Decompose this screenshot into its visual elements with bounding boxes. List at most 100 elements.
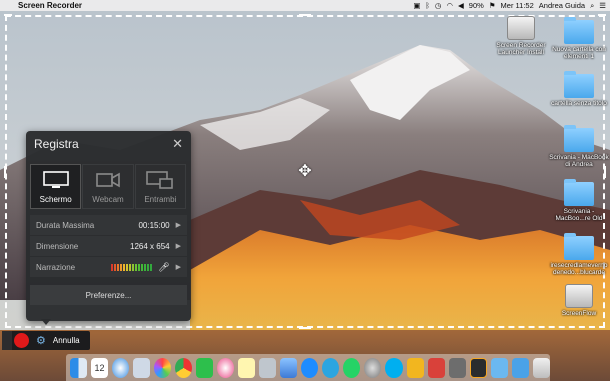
downloads-dock-icon[interactable] [511,357,529,378]
desktop-item-label: Nuova cartella con elementi 1 [552,46,606,60]
source-label: Schermo [39,195,72,204]
source-selector: Schermo Webcam Entrambi [30,164,187,209]
whatsapp-dock-icon[interactable] [343,357,361,378]
notification-center-icon[interactable]: ☰ [599,1,606,10]
resize-handle-top-right[interactable] [598,14,606,16]
folder-dock-icon[interactable] [490,357,508,378]
desktop-item-label: ScreenFlow [561,310,597,317]
max-duration-value: 00:15:00 [138,220,170,230]
skype-dock-icon[interactable] [385,357,403,378]
desktop-item[interactable]: iresecredlameverno denedo...blucarde [548,233,610,276]
microphone-icon: 🎤︎ [158,261,170,272]
app-menu[interactable]: Screen Recorder [18,1,82,10]
preferences-button[interactable]: Preferenze... [30,285,187,305]
dimension-label: Dimensione [36,241,79,251]
volume-icon[interactable]: ◀ [458,1,464,10]
clock[interactable]: Mer 11:52 [501,1,534,10]
audio-level-meter [111,263,153,271]
desktop-item-label: Scrivania - MacBoo...re Old [555,208,603,222]
recording-toolbar: ⚙ Annulla [2,331,90,350]
battery-percent[interactable]: 90% [469,1,484,10]
folder-icon [564,233,594,260]
chevron-right-icon: ▶ [175,243,181,250]
narration-row[interactable]: Narrazione 🎤︎ ▶ [30,257,187,277]
desktop-item-label: Screen Recorder Launcher Install [496,42,546,56]
system-preferences-dock-icon[interactable] [364,357,382,378]
facetime-dock-icon[interactable] [196,357,214,378]
camera-icon [96,172,120,188]
wifi-icon[interactable]: ◠ [446,1,453,10]
dimension-row[interactable]: Dimensione 1264 x 654 ▶ [30,236,187,256]
monitor-icon [42,171,69,188]
settings-rows: Durata Massima 00:15:00 ▶ Dimensione 1264… [26,215,191,277]
screen-and-camera-icon [146,171,174,189]
source-screen-button[interactable]: Schermo [30,164,82,209]
resize-handle-left[interactable] [4,166,6,178]
resize-handle-top-left[interactable] [4,14,12,16]
max-duration-row[interactable]: Durata Massima 00:15:00 ▶ [30,215,187,235]
user-name[interactable]: Andrea Guida [539,1,585,10]
photos-dock-icon[interactable] [154,357,172,378]
source-webcam-button[interactable]: Webcam [82,164,134,209]
close-icon[interactable]: ✕ [172,136,183,152]
screen-recorder-dock-icon[interactable] [469,357,487,378]
dock: 12 [66,354,551,381]
messenger-dock-icon[interactable] [301,357,319,378]
gear-icon[interactable]: ⚙ [36,334,46,347]
desktop-item[interactable]: Screen Recorder Launcher Install [490,16,552,56]
chevron-right-icon: ▶ [175,222,181,229]
folder-icon [564,179,594,206]
source-both-button[interactable]: Entrambi [134,164,186,209]
move-cursor-icon[interactable]: ✥ [296,163,314,181]
preview-dock-icon[interactable] [133,357,151,378]
telegram-dock-icon[interactable] [322,357,340,378]
app-dock-icon[interactable] [448,357,466,378]
time-machine-icon[interactable]: ◷ [435,1,442,10]
screen-recorder-status-icon[interactable]: ▣ [413,1,420,10]
folder-icon [564,71,594,98]
desktop-item[interactable]: Scrivania - MacBoo...re Old [548,179,610,222]
source-label: Webcam [92,195,124,204]
toolbar-handle[interactable] [2,331,12,350]
notes-dock-icon[interactable] [238,357,256,378]
app-dock-icon[interactable] [427,357,445,378]
chrome-dock-icon[interactable] [175,357,193,378]
max-duration-label: Durata Massima [36,220,95,230]
spotlight-icon[interactable]: ⌕ [590,1,594,11]
record-panel: Registra ✕ Schermo Webcam Entrambi Durat… [26,131,191,321]
record-button[interactable] [14,333,29,348]
folder-icon [564,17,594,44]
butterfly-app-dock-icon[interactable] [406,357,424,378]
desktop-item[interactable]: Nuova cartella con elementi 1 [548,17,610,60]
resize-handle-bottom[interactable] [299,327,311,329]
bluetooth-icon[interactable]: ᛒ [425,1,430,10]
panel-pointer [41,319,51,325]
trash-dock-icon[interactable] [532,357,551,378]
safari-dock-icon[interactable] [112,357,130,378]
resize-handle-top[interactable] [299,14,311,16]
utility-dock-icon[interactable] [259,357,277,378]
dimension-value: 1264 x 654 [130,241,170,251]
source-label: Entrambi [144,195,177,204]
folder-icon [564,125,594,152]
itunes-dock-icon[interactable] [217,357,235,378]
menu-bar-extras: ▣ ᛒ ◷ ◠ ◀ 90% ⚑ Mer 11:52 Andrea Guida ⌕… [413,0,606,11]
menu-bar: Screen Recorder ▣ ᛒ ◷ ◠ ◀ 90% ⚑ Mer 11:5… [0,0,610,11]
desktop-item[interactable]: ScreenFlow [548,284,610,317]
cancel-button[interactable]: Annulla [53,336,80,345]
narration-label: Narrazione [36,262,76,272]
chevron-right-icon: ▶ [175,264,181,271]
preview-image-dock-icon[interactable] [280,357,298,378]
panel-header: Registra ✕ [26,131,191,156]
finder-dock-icon[interactable] [70,357,88,378]
desktop-item-label: iresecredlameverno denedo...blucarde [550,262,608,276]
flag-icon[interactable]: ⚑ [489,1,496,10]
desktop-item-label: cartella senza titolo [551,100,607,107]
panel-title: Registra [34,136,79,151]
desktop-item[interactable]: Scrivania - MacBook di Andrea [548,125,610,168]
calendar-dock-icon[interactable]: 12 [91,357,109,378]
drive-icon [565,284,593,308]
desktop-item-label: Scrivania - MacBook di Andrea [549,154,609,168]
desktop-item[interactable]: cartella senza titolo [548,71,610,107]
drive-icon [507,16,535,40]
